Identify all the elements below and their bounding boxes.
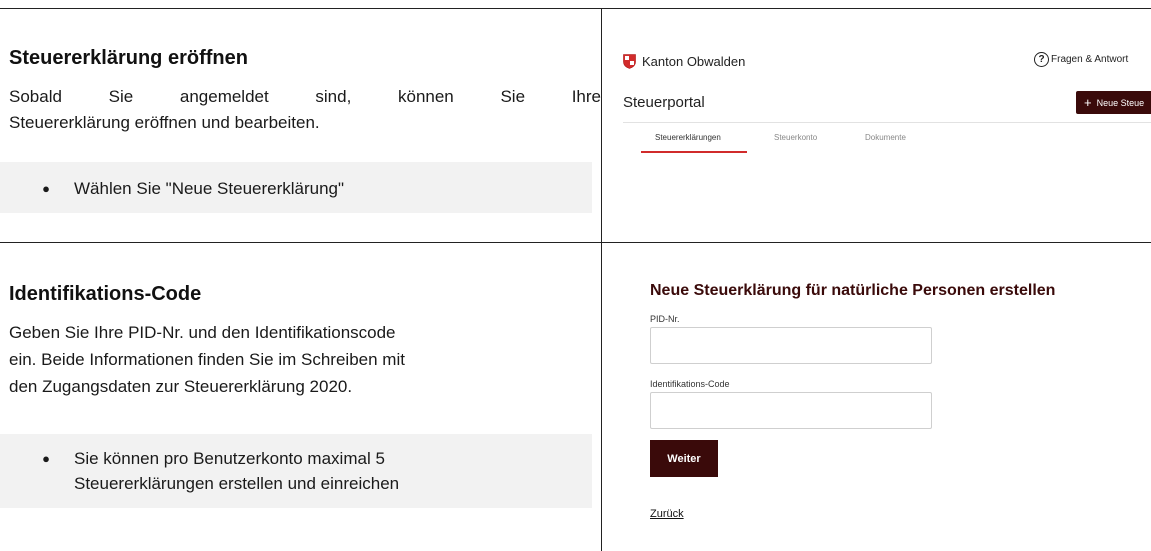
bullet-dot-icon: ●: [42, 181, 50, 196]
section-title: Steuererklärung eröffnen: [9, 47, 248, 69]
new-tax-return-button[interactable]: + Neue Steue: [1076, 91, 1151, 114]
section-body: Sobald Sie angemeldet sind, können Sie I…: [9, 84, 601, 136]
bullet-item: ● Wählen Sie "Neue Steuererklärung": [0, 176, 344, 201]
tab-steuererklaerungen[interactable]: Steuererklärungen: [655, 133, 721, 142]
section-title: Identifikations-Code: [9, 283, 202, 305]
new-button-label: Neue Steue: [1096, 97, 1145, 108]
middle-rule: [0, 242, 1151, 243]
identification-code-input[interactable]: [650, 392, 932, 429]
tabs-divider: [623, 122, 1151, 123]
bullet-text: Sie können pro Benutzerkonto maximal 5 S…: [74, 446, 399, 496]
back-link[interactable]: Zurück: [650, 508, 684, 520]
help-link[interactable]: ? Fragen & Antwort: [1034, 52, 1128, 67]
body-line: Steuererklärung eröffnen und bearbeiten.: [9, 113, 320, 132]
plus-icon: +: [1084, 95, 1092, 110]
bullet-text: Wählen Sie "Neue Steuererklärung": [74, 179, 345, 198]
active-tab-indicator: [641, 151, 747, 153]
brand-name: Kanton Obwalden: [642, 54, 746, 69]
body-line: Sobald Sie angemeldet sind, können Sie I…: [9, 87, 601, 106]
top-rule: [0, 8, 1151, 9]
bullet-item: ● Sie können pro Benutzerkonto maximal 5…: [0, 446, 399, 496]
portal-title: Steuerportal: [623, 94, 705, 111]
body-line: ein. Beide Informationen finden Sie im S…: [9, 350, 405, 369]
code-label: Identifikations-Code: [650, 379, 730, 389]
section-identification-code: Identifikations-Code: [9, 283, 601, 306]
tab-dokumente[interactable]: Dokumente: [865, 133, 906, 142]
brand-logo[interactable]: Kanton Obwalden: [623, 54, 745, 69]
body-line: den Zugangsdaten zur Steuererklärung 202…: [9, 377, 353, 396]
body-line: Geben Sie Ihre PID-Nr. und den Identifik…: [9, 323, 396, 342]
weiter-button[interactable]: Weiter: [650, 440, 718, 477]
help-label: Fragen & Antwort: [1051, 54, 1129, 65]
shield-icon: [623, 54, 636, 69]
section-open-tax-return: Steuererklärung eröffnen: [9, 47, 601, 70]
bullet-line: Steuererklärungen erstellen und einreich…: [74, 474, 400, 493]
pid-input[interactable]: [650, 327, 932, 364]
form-title: Neue Steuerklärung für natürliche Person…: [650, 282, 1056, 299]
tab-steuerkonto[interactable]: Steuerkonto: [774, 133, 817, 142]
section-body: Geben Sie Ihre PID-Nr. und den Identifik…: [9, 319, 601, 400]
bullet-line: Sie können pro Benutzerkonto maximal 5: [74, 449, 385, 468]
column-divider: [601, 8, 602, 551]
pid-label: PID-Nr.: [650, 314, 680, 324]
bullet-dot-icon: ●: [42, 451, 50, 466]
question-circle-icon: ?: [1034, 52, 1049, 67]
